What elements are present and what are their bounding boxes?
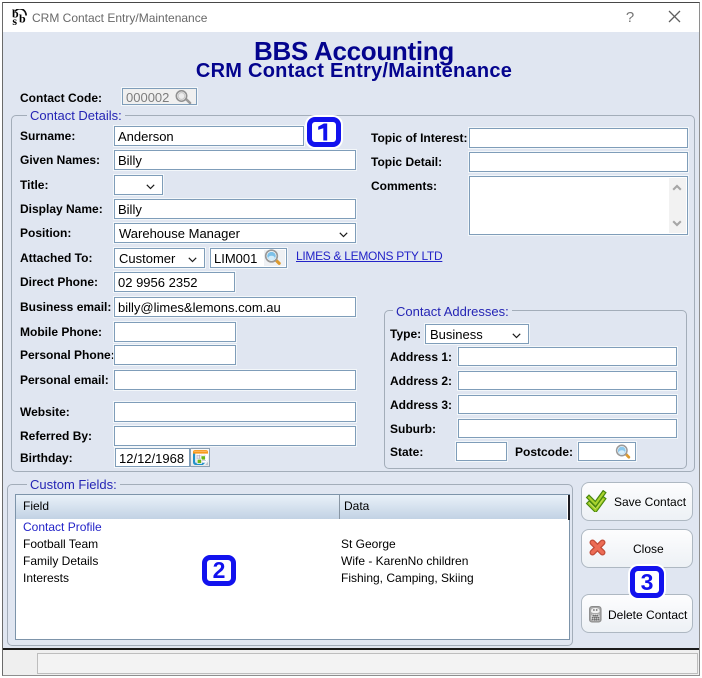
svg-text:s: s: [12, 14, 17, 26]
